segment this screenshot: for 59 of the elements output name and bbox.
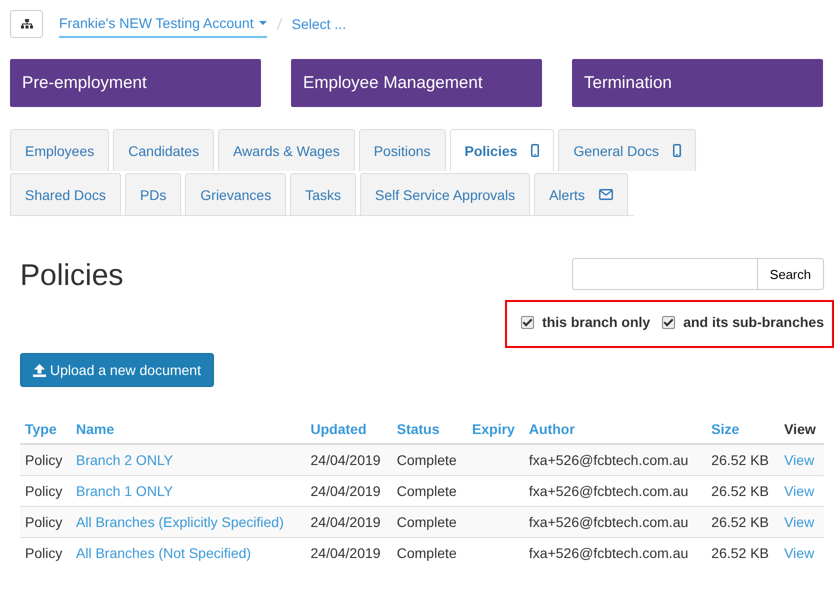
tab[interactable]: General Docs	[558, 129, 696, 171]
search-field[interactable]	[572, 258, 758, 290]
tab[interactable]: Shared Docs	[10, 173, 121, 215]
section-button[interactable]: Termination	[572, 59, 823, 107]
section-button[interactable]: Employee Management	[291, 59, 542, 107]
search-button[interactable]: Search	[758, 258, 824, 290]
mail-icon	[598, 189, 613, 200]
table-cell: Policy	[25, 514, 62, 530]
table-cell: fxa+526@fcbtech.com.au	[528, 483, 688, 499]
checkbox-label: and its sub-branches	[683, 314, 824, 330]
checkbox[interactable]	[662, 316, 676, 328]
page-title: Policies	[19, 258, 124, 294]
table-cell: fxa+526@fcbtech.com.au	[528, 452, 688, 468]
tab[interactable]: Positions	[358, 129, 446, 171]
table-cell: fxa+526@fcbtech.com.au	[528, 514, 688, 530]
view-link[interactable]: View	[784, 452, 814, 468]
select-link[interactable]: Select ...	[292, 16, 346, 32]
upload-icon	[33, 364, 46, 376]
tab[interactable]: Tasks	[290, 173, 356, 215]
tab[interactable]: Grievances	[185, 173, 286, 215]
upload-button[interactable]: Upload a new document	[20, 353, 214, 387]
section-button[interactable]: Pre-employment	[10, 59, 261, 107]
org-chart-button[interactable]	[10, 10, 43, 38]
tab[interactable]: Awards & Wages	[218, 129, 355, 171]
tab[interactable]: Policies	[450, 129, 554, 171]
tab[interactable]: Self Service Approvals	[360, 173, 530, 215]
view-link[interactable]: View	[784, 545, 814, 561]
table-cell: 24/04/2019	[310, 514, 381, 530]
document-link[interactable]: Branch 1 ONLY	[76, 483, 174, 499]
document-link[interactable]: All Branches (Not Specified)	[76, 545, 252, 561]
document-link[interactable]: All Branches (Explicitly Specified)	[76, 514, 284, 530]
org-chart-icon	[20, 19, 32, 29]
table-cell: Complete	[396, 483, 457, 499]
checkbox-label: this branch only	[542, 314, 650, 330]
table-cell: Policy	[25, 483, 62, 499]
phone-icon	[531, 144, 540, 157]
account-dropdown[interactable]: Frankie's NEW Testing Account	[59, 10, 267, 38]
table-cell: Complete	[396, 514, 457, 530]
view-link[interactable]: View	[784, 483, 814, 499]
tab[interactable]: Employees	[10, 129, 110, 171]
table-cell: 24/04/2019	[310, 545, 381, 561]
table-cell: 26.52 KB	[711, 514, 769, 530]
table-cell: fxa+526@fcbtech.com.au	[528, 545, 688, 561]
table-cell: Policy	[25, 452, 62, 468]
table-cell: Complete	[396, 545, 457, 561]
tab[interactable]: Candidates	[113, 129, 214, 171]
table-cell: Complete	[396, 452, 457, 468]
view-link[interactable]: View	[784, 514, 814, 530]
table-cell: 24/04/2019	[310, 452, 381, 468]
document-link[interactable]: Branch 2 ONLY	[76, 452, 174, 468]
table-cell: 26.52 KB	[711, 452, 769, 468]
table-cell: 26.52 KB	[711, 545, 769, 561]
checkbox[interactable]	[521, 316, 534, 328]
tab[interactable]: Alerts	[534, 173, 628, 215]
phone-icon	[673, 144, 682, 157]
tab[interactable]: PDs	[124, 173, 182, 215]
table-cell: 24/04/2019	[310, 483, 381, 499]
table-cell: Policy	[25, 545, 62, 561]
table-cell: 26.52 KB	[711, 483, 769, 499]
